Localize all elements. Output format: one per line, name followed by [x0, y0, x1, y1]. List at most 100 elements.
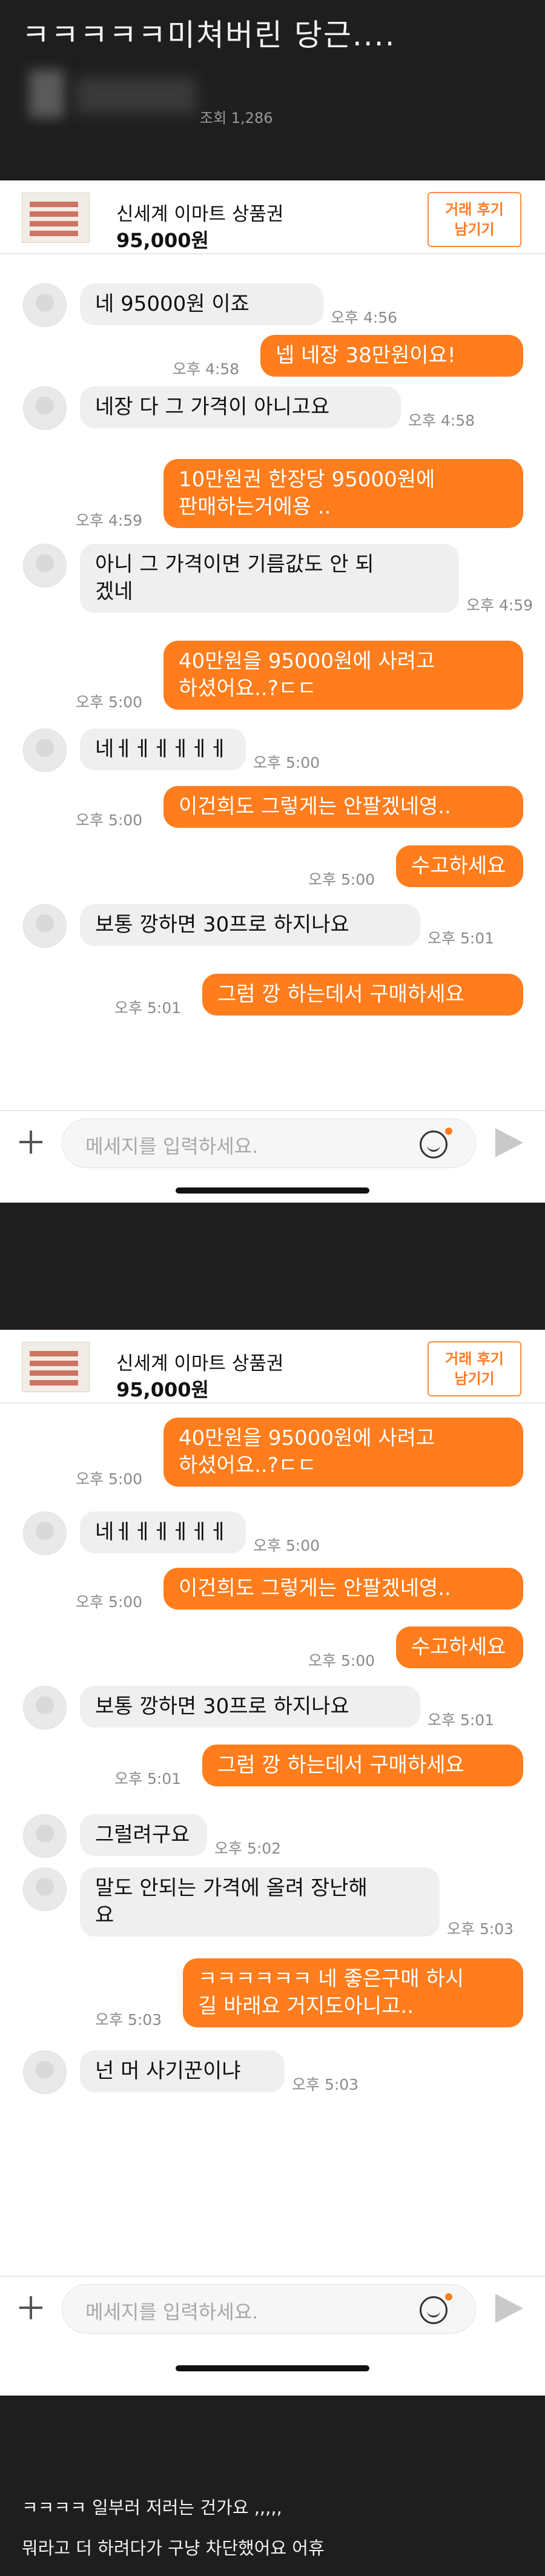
message-text: 그럼 깡 하는데서 구매하세요 [217, 1753, 464, 1777]
message-bubble[interactable]: 이건희도 그렇게는 안팔겠네영.. [164, 786, 523, 828]
message-time: 오후 5:00 [253, 754, 320, 771]
view-count: 조회 1,286 [200, 110, 273, 127]
message-text: 넵 네장 38만원이요! [276, 343, 456, 368]
message-bubble[interactable]: 넌 머 사기꾼이냐 [80, 2050, 285, 2092]
message-input-bar: 메세지를 입력하세요. [0, 1110, 545, 1177]
message-time: 오후 5:01 [114, 999, 182, 1017]
input-placeholder: 메세지를 입력하세요. [85, 2300, 259, 2323]
plus-icon[interactable] [17, 2294, 45, 2322]
message-bubble[interactable]: 이건희도 그렇게는 안팔겠네영.. [164, 1568, 523, 1610]
caption-line-2: 뭐라고 더 하려다가 구냥 차단했어요 어휴 [22, 2538, 325, 2558]
message-text: 네장 다 그 가격이 아니고요 [95, 395, 330, 419]
chat-screenshot-2: 신세계 이마트 상품권 95,000원 거래 후기 남기기 아니 그 가격이면 … [0, 1330, 545, 2396]
home-indicator [176, 1187, 369, 1194]
emoji-icon[interactable] [420, 1131, 448, 1158]
message-bubble[interactable]: 네 95000원 이죠 [80, 283, 323, 325]
user-avatar[interactable] [23, 1686, 67, 1729]
message-time: 오후 5:03 [447, 1920, 514, 1938]
message-time: 오후 5:00 [308, 1652, 375, 1669]
user-avatar[interactable] [23, 1814, 67, 1858]
review-button-line-1: 거래 후기 [445, 1350, 504, 1367]
author-avatar-blurred [29, 70, 64, 118]
product-thumbnail [22, 1342, 90, 1392]
message-time: 오후 5:03 [292, 2076, 359, 2093]
review-button[interactable]: 거래 후기 남기기 [428, 192, 521, 247]
message-bubble[interactable]: 보통 깡하면 30프로 하지나요 [80, 904, 420, 946]
message-text: 겠네 [95, 580, 133, 604]
message-text: 10만원권 한장당 95000원에 [179, 467, 435, 492]
message-text: 이건희도 그렇게는 안팔겠네영.. [179, 794, 451, 819]
product-price: 95,000원 [116, 1378, 209, 1401]
message-text: 요 [95, 1903, 114, 1927]
message-time: 오후 5:01 [428, 1711, 495, 1729]
message-text: 네ㅔㅔㅔㅔㅔㅔ [95, 737, 228, 761]
user-avatar[interactable] [23, 2050, 67, 2094]
message-bubble[interactable]: 넵 네장 38만원이요! [260, 335, 523, 377]
message-bubble[interactable]: 수고하세요 [396, 1627, 523, 1668]
input-placeholder: 메세지를 입력하세요. [85, 1135, 259, 1158]
author-name-blurred [76, 78, 197, 114]
message-text: ㅋㅋㅋㅋㅋㅋ 네 좋은구매 하시 [198, 1967, 464, 1991]
message-text: 판매하는거에용 .. [179, 495, 331, 519]
message-text: 길 바래요 거지도아니고.. [198, 1994, 414, 2018]
home-indicator [176, 2365, 369, 2371]
message-time: 오후 5:00 [253, 1537, 320, 1554]
message-bubble[interactable]: 40만원을 95000원에 사려고 하셨어요..?ㄷㄷ [164, 1418, 523, 1487]
user-avatar[interactable] [23, 728, 67, 772]
product-bar[interactable]: 신세계 이마트 상품권 95,000원 거래 후기 남기기 [0, 1330, 545, 1404]
message-text: 그럼 깡 하는데서 구매하세요 [217, 982, 464, 1006]
message-bubble[interactable]: 수고하세요 [396, 845, 523, 887]
message-time: 오후 5:00 [308, 871, 375, 888]
user-avatar[interactable] [23, 544, 67, 587]
send-icon[interactable] [495, 1128, 523, 1157]
product-name: 신세계 이마트 상품권 [116, 1353, 284, 1375]
product-bar[interactable]: 신세계 이마트 상품권 95,000원 거래 후기 남기기 [0, 180, 545, 254]
message-bubble[interactable]: ㅋㅋㅋㅋㅋㅋ 네 좋은구매 하시길 바래요 거지도아니고.. [183, 1958, 523, 2027]
user-avatar[interactable] [23, 1868, 67, 1911]
message-bubble[interactable]: 10만원권 한장당 95000원에판매하는거에용 .. [164, 459, 523, 528]
message-bubble[interactable]: 네ㅔㅔㅔㅔㅔㅔ [80, 728, 246, 770]
message-bubble[interactable]: 아니 그 가격이면 기름값도 안 되겠네 [80, 544, 459, 613]
user-avatar[interactable] [23, 904, 67, 948]
caption-line-1: ㅋㅋㅋㅋ 일부러 저러는 건가요 ,,,,, [22, 2497, 282, 2518]
message-input-bar: 메세지를 입력하세요. [0, 2276, 545, 2342]
user-avatar[interactable] [23, 283, 67, 327]
message-time: 오후 5:03 [95, 2011, 162, 2029]
message-time: 오후 5:00 [76, 1470, 143, 1488]
message-time: 오후 4:59 [76, 512, 143, 529]
message-bubble[interactable]: 말도 안되는 가격에 올려 장난해요 [80, 1868, 440, 1937]
review-button-line-2: 남기기 [454, 1370, 495, 1387]
message-bubble[interactable]: 네장 다 그 가격이 아니고요 [80, 386, 401, 428]
plus-icon[interactable] [17, 1128, 45, 1156]
message-bubble[interactable]: 그럼 깡 하는데서 구매하세요 [202, 1745, 523, 1786]
user-avatar[interactable] [23, 386, 67, 430]
post-header: ㅋㅋㅋㅋㅋ미쳐버린 당근.... 조회 1,286 [0, 0, 545, 180]
message-text: 수고하세요 [411, 854, 506, 878]
review-button-line-1: 거래 후기 [445, 201, 504, 218]
message-text: 40만원을 95000원에 사려고 [179, 649, 435, 673]
product-price: 95,000원 [116, 229, 209, 252]
message-text: 말도 안되는 가격에 올려 장난해 [95, 1876, 368, 1900]
review-button-line-2: 남기기 [454, 221, 495, 238]
message-bubble[interactable]: 그럴려구요 [80, 1814, 207, 1856]
message-text: 이건희도 그렇게는 안팔겠네영.. [179, 1576, 451, 1600]
message-time: 오후 5:01 [428, 930, 495, 947]
message-time: 오후 4:56 [331, 309, 398, 326]
message-time: 오후 5:00 [76, 693, 143, 711]
message-input[interactable]: 메세지를 입력하세요. [62, 1118, 476, 1168]
message-time: 오후 4:59 [466, 596, 533, 614]
message-time: 오후 4:58 [408, 412, 475, 429]
user-avatar[interactable] [23, 1511, 67, 1555]
message-bubble[interactable]: 그럼 깡 하는데서 구매하세요 [202, 974, 523, 1016]
message-input[interactable]: 메세지를 입력하세요. [62, 2284, 476, 2334]
message-text: 보통 깡하면 30프로 하지나요 [95, 1694, 349, 1719]
emoji-icon[interactable] [420, 2296, 448, 2324]
message-bubble[interactable]: 보통 깡하면 30프로 하지나요 [80, 1686, 420, 1728]
message-bubble[interactable]: 네ㅔㅔㅔㅔㅔㅔ [80, 1511, 246, 1553]
message-text: 하셨어요..?ㄷㄷ [179, 676, 317, 701]
post-title: ㅋㅋㅋㅋㅋ미쳐버린 당근.... [22, 18, 396, 53]
review-button[interactable]: 거래 후기 남기기 [428, 1341, 521, 1396]
message-time: 오후 5:02 [214, 1840, 282, 1857]
send-icon[interactable] [495, 2294, 523, 2323]
message-bubble[interactable]: 40만원을 95000원에 사려고하셨어요..?ㄷㄷ [164, 641, 523, 710]
